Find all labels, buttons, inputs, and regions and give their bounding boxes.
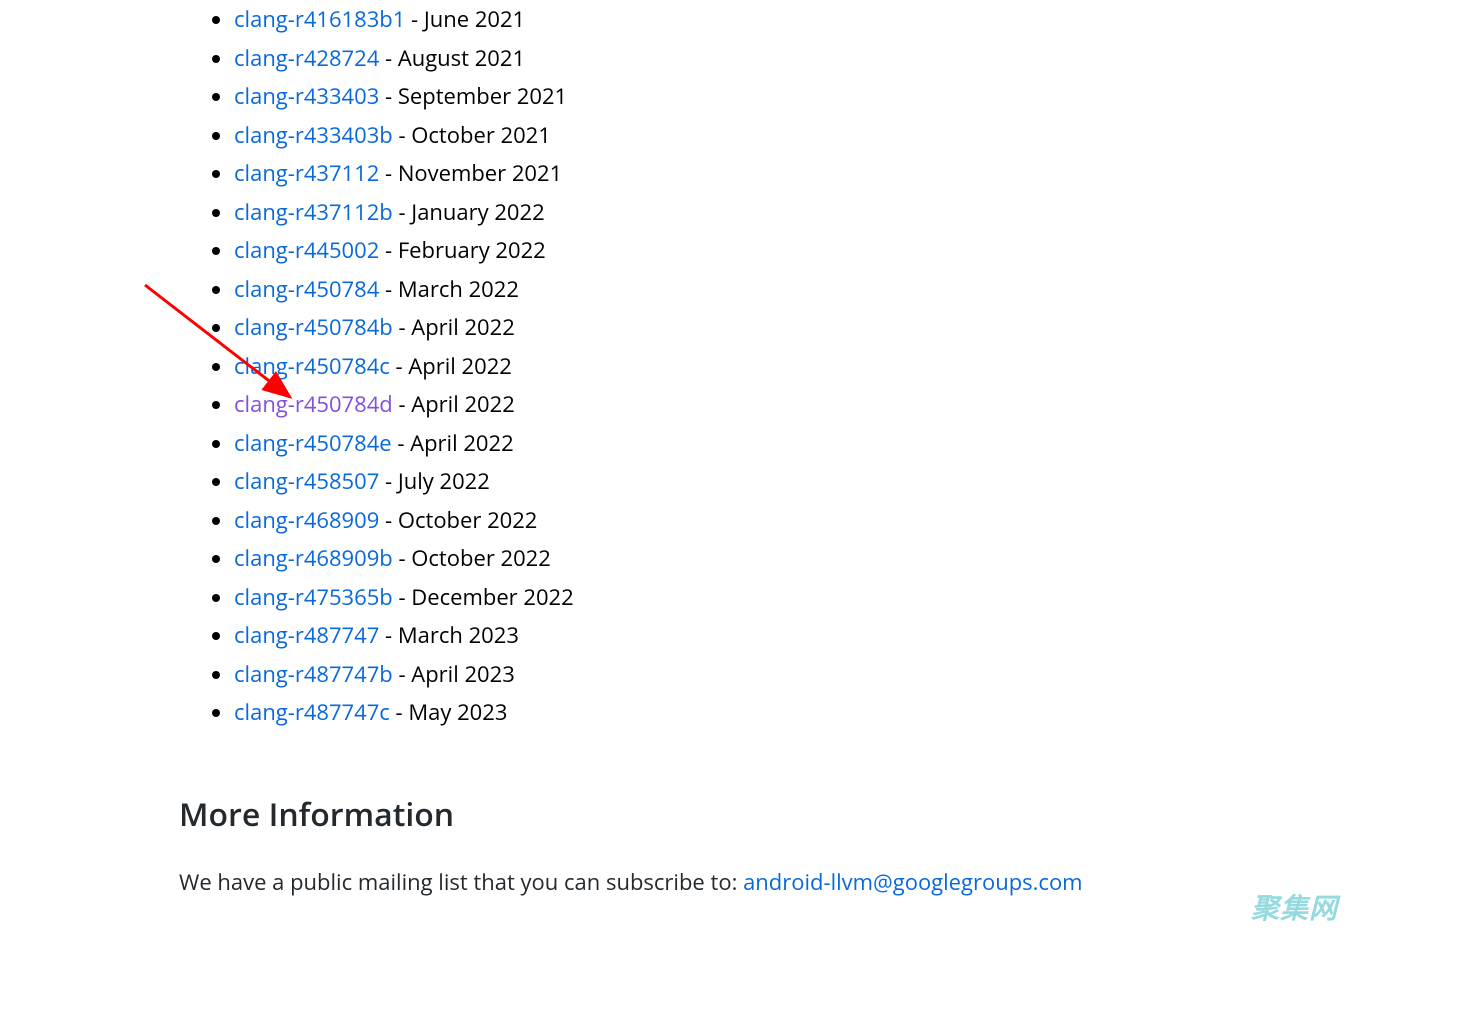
- list-item: clang-r487747c - May 2023: [234, 693, 1279, 732]
- list-item: clang-r458507 - July 2022: [234, 462, 1279, 501]
- list-item: clang-r437112 - November 2021: [234, 154, 1279, 193]
- list-item: clang-r437112b - January 2022: [234, 193, 1279, 232]
- clang-version-date: July 2022: [398, 466, 490, 496]
- list-item: clang-r468909b - October 2022: [234, 539, 1279, 578]
- clang-version-date: January 2022: [411, 197, 544, 227]
- separator: -: [392, 428, 411, 458]
- clang-version-date: November 2021: [398, 158, 562, 188]
- clang-version-link[interactable]: clang-r437112: [234, 158, 379, 188]
- more-information-heading: More Information: [179, 787, 1279, 843]
- list-item: clang-r450784c - April 2022: [234, 347, 1279, 386]
- clang-version-date: September 2021: [398, 81, 567, 111]
- list-item: clang-r487747 - March 2023: [234, 616, 1279, 655]
- list-item: clang-r475365b - December 2022: [234, 578, 1279, 617]
- list-item: clang-r433403b - October 2021: [234, 116, 1279, 155]
- separator: -: [379, 466, 398, 496]
- clang-version-date: April 2022: [408, 351, 512, 381]
- clang-version-link[interactable]: clang-r468909: [234, 505, 379, 535]
- mailing-list-link[interactable]: android-llvm@googlegroups.com: [743, 867, 1082, 897]
- separator: -: [393, 659, 412, 689]
- list-item: clang-r416183b1 - June 2021: [234, 0, 1279, 39]
- clang-version-date: April 2022: [411, 312, 515, 342]
- separator: -: [393, 312, 412, 342]
- clang-version-date: October 2022: [398, 505, 538, 535]
- separator: -: [379, 81, 398, 111]
- list-item: clang-r487747b - April 2023: [234, 655, 1279, 694]
- separator: -: [379, 43, 398, 73]
- clang-version-date: March 2023: [398, 620, 519, 650]
- list-item: clang-r445002 - February 2022: [234, 231, 1279, 270]
- clang-version-date: October 2022: [411, 543, 551, 573]
- clang-version-date: April 2022: [410, 428, 514, 458]
- separator: -: [393, 543, 412, 573]
- clang-version-link[interactable]: clang-r433403b: [234, 120, 393, 150]
- clang-version-link[interactable]: clang-r437112b: [234, 197, 393, 227]
- clang-version-list: clang-r416183b1 - June 2021clang-r428724…: [179, 0, 1279, 732]
- separator: -: [379, 620, 398, 650]
- separator: -: [379, 274, 398, 304]
- clang-version-link[interactable]: clang-r450784: [234, 274, 379, 304]
- list-item: clang-r428724 - August 2021: [234, 39, 1279, 78]
- mailing-list-paragraph: We have a public mailing list that you c…: [179, 863, 1279, 902]
- clang-version-link[interactable]: clang-r450784e: [234, 428, 392, 458]
- clang-version-link[interactable]: clang-r475365b: [234, 582, 393, 612]
- list-item: clang-r450784b - April 2022: [234, 308, 1279, 347]
- clang-version-link[interactable]: clang-r458507: [234, 466, 379, 496]
- clang-version-date: June 2021: [424, 4, 525, 34]
- clang-version-date: August 2021: [398, 43, 525, 73]
- document-content: clang-r416183b1 - June 2021clang-r428724…: [149, 0, 1309, 941]
- clang-version-date: February 2022: [398, 235, 546, 265]
- clang-version-link[interactable]: clang-r487747b: [234, 659, 393, 689]
- clang-version-date: May 2023: [408, 697, 507, 727]
- clang-version-link[interactable]: clang-r450784d: [234, 389, 393, 419]
- separator: -: [405, 4, 424, 34]
- list-item: clang-r468909 - October 2022: [234, 501, 1279, 540]
- separator: -: [390, 351, 409, 381]
- clang-version-link[interactable]: clang-r487747: [234, 620, 379, 650]
- clang-version-link[interactable]: clang-r433403: [234, 81, 379, 111]
- separator: -: [393, 197, 412, 227]
- separator: -: [379, 235, 398, 265]
- clang-version-link[interactable]: clang-r416183b1: [234, 4, 405, 34]
- separator: -: [379, 158, 398, 188]
- separator: -: [390, 697, 409, 727]
- clang-version-link[interactable]: clang-r428724: [234, 43, 379, 73]
- clang-version-link[interactable]: clang-r450784c: [234, 351, 390, 381]
- clang-version-date: April 2023: [411, 659, 515, 689]
- list-item: clang-r450784e - April 2022: [234, 424, 1279, 463]
- clang-version-date: October 2021: [411, 120, 551, 150]
- list-item: clang-r450784 - March 2022: [234, 270, 1279, 309]
- list-item: clang-r450784d - April 2022: [234, 385, 1279, 424]
- separator: -: [393, 389, 412, 419]
- clang-version-date: April 2022: [411, 389, 515, 419]
- watermark-text: 聚集网: [1251, 884, 1338, 933]
- clang-version-date: December 2022: [411, 582, 573, 612]
- clang-version-date: March 2022: [398, 274, 519, 304]
- clang-version-link[interactable]: clang-r445002: [234, 235, 379, 265]
- mailing-list-text: We have a public mailing list that you c…: [179, 867, 743, 897]
- list-item: clang-r433403 - September 2021: [234, 77, 1279, 116]
- clang-version-link[interactable]: clang-r450784b: [234, 312, 393, 342]
- separator: -: [393, 582, 412, 612]
- separator: -: [379, 505, 398, 535]
- separator: -: [393, 120, 412, 150]
- clang-version-link[interactable]: clang-r487747c: [234, 697, 390, 727]
- clang-version-link[interactable]: clang-r468909b: [234, 543, 393, 573]
